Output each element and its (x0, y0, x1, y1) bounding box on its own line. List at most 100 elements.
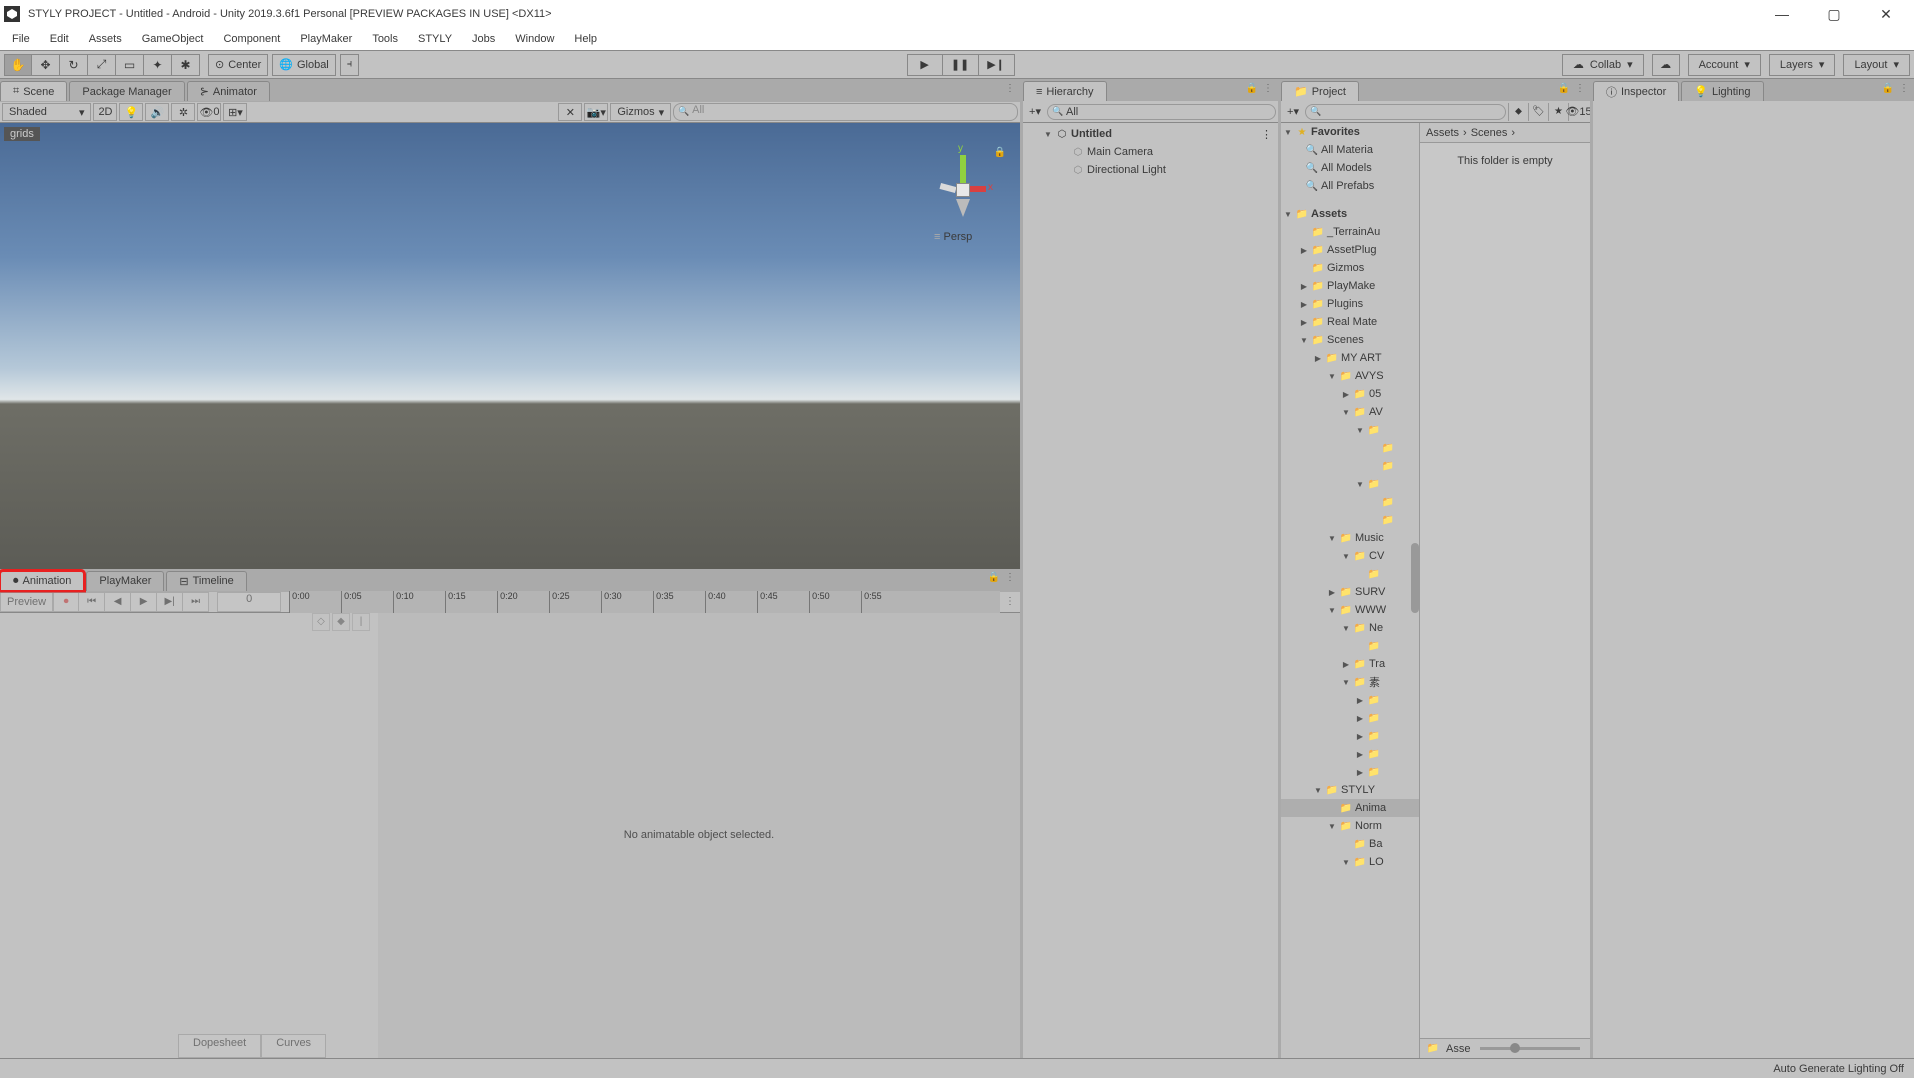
project-folder-item[interactable]: 📁 (1281, 565, 1419, 583)
fold-icon[interactable]: ▼ (1283, 210, 1293, 219)
menu-help[interactable]: Help (570, 31, 601, 47)
lock-icon[interactable]: 🔒 (994, 147, 1006, 158)
first-frame-button[interactable]: ⏮ (79, 592, 105, 612)
hidden-packages-button[interactable]: 👁15 (1568, 103, 1588, 121)
fold-icon[interactable]: ▼ (1327, 372, 1337, 381)
hierarchy-search-input[interactable]: All (1047, 104, 1276, 120)
dock-menu-icon[interactable]: ⋮ (1262, 81, 1274, 95)
project-folder-item[interactable]: 📁 (1281, 511, 1419, 529)
axis-z[interactable] (939, 183, 956, 193)
grid-toggle-button[interactable]: ⊞▾ (223, 103, 247, 121)
asset-grid[interactable]: This folder is empty (1420, 143, 1590, 1038)
window-maximize-button[interactable]: ▢ (1818, 3, 1850, 25)
project-folder-item[interactable]: ▶📁 (1281, 727, 1419, 745)
fold-icon[interactable]: ▼ (1283, 128, 1293, 137)
fold-icon[interactable]: ▼ (1313, 786, 1323, 795)
camera-settings-button[interactable]: ✕ (558, 103, 582, 121)
rotate-tool-button[interactable]: ↻ (60, 54, 88, 76)
scene-search-input[interactable]: All (673, 103, 1018, 121)
next-frame-button[interactable]: ▶| (157, 592, 183, 612)
cloud-services-button[interactable]: ☁ (1652, 54, 1680, 76)
project-folder-item[interactable]: ▶📁Real Mate (1281, 313, 1419, 331)
transform-tool-button[interactable]: ✦ (144, 54, 172, 76)
project-folder-item[interactable]: 📁Anima (1281, 799, 1419, 817)
project-folder-item[interactable]: ▶📁 (1281, 691, 1419, 709)
menu-window[interactable]: Window (511, 31, 558, 47)
project-folder-item[interactable]: ▼📁Norm (1281, 817, 1419, 835)
step-button[interactable]: ▶❙ (979, 54, 1015, 76)
search-by-type-button[interactable]: ⬥ (1508, 103, 1528, 121)
project-folder-item[interactable]: ▼📁CV (1281, 547, 1419, 565)
favorites-header[interactable]: ▼ ★ Favorites (1281, 123, 1419, 141)
timeline-menu-icon[interactable]: ⋮ (1004, 595, 1016, 609)
project-search-input[interactable] (1305, 104, 1506, 120)
favorite-search-item[interactable]: 🔍 All Models (1281, 159, 1419, 177)
project-folder-item[interactable]: ▼📁AVYS (1281, 367, 1419, 385)
project-folder-item[interactable]: ▼📁Ne (1281, 619, 1419, 637)
lock-icon[interactable]: 🔒 (1558, 81, 1570, 95)
thumbnail-size-slider[interactable] (1480, 1047, 1580, 1050)
scale-tool-button[interactable]: ⤢ (88, 54, 116, 76)
snap-toggle[interactable]: ⫞ (340, 54, 360, 76)
menu-styly[interactable]: STYLY (414, 31, 456, 47)
frame-number-input[interactable]: 0 (217, 592, 281, 612)
favorite-search-item[interactable]: 🔍 All Prefabs (1281, 177, 1419, 195)
breadcrumb-item[interactable]: Assets (1426, 127, 1459, 139)
tab-animator[interactable]: ⊱ Animator (187, 81, 270, 101)
fold-icon[interactable]: ▶ (1355, 714, 1365, 723)
last-frame-button[interactable]: ⏭ (183, 592, 209, 612)
scene-viewport[interactable]: grids 🔒 ≡ Persp (0, 123, 1020, 569)
menu-playmaker[interactable]: PlayMaker (296, 31, 356, 47)
project-folder-item[interactable]: ▶📁 (1281, 745, 1419, 763)
fold-icon[interactable]: ▼ (1341, 552, 1351, 561)
fold-icon[interactable]: ▶ (1341, 390, 1351, 399)
project-folder-item[interactable]: ▶📁 (1281, 763, 1419, 781)
fold-icon[interactable]: ▼ (1341, 408, 1351, 417)
shading-mode-dropdown[interactable]: Shaded ▾ (2, 103, 91, 121)
menu-component[interactable]: Component (219, 31, 284, 47)
preview-toggle-button[interactable]: Preview (0, 592, 53, 612)
gizmo-center[interactable] (956, 183, 970, 197)
fold-icon[interactable]: ▶ (1355, 696, 1365, 705)
fold-icon[interactable]: ▼ (1327, 822, 1337, 831)
menu-gameobject[interactable]: GameObject (138, 31, 208, 47)
window-minimize-button[interactable]: — (1766, 3, 1798, 25)
axis-y-neg[interactable] (956, 199, 970, 217)
account-button[interactable]: Account ▾ (1688, 54, 1761, 76)
project-folder-item[interactable]: 📁 (1281, 493, 1419, 511)
tab-scene[interactable]: ⌗ Scene (0, 81, 67, 101)
collab-button[interactable]: ☁ Collab ▾ (1562, 54, 1644, 76)
tab-animation[interactable]: ⏺ Animation (0, 571, 84, 591)
project-folder-item[interactable]: 📁_TerrainAu (1281, 223, 1419, 241)
scene-menu-icon[interactable]: ⋮ (1261, 128, 1272, 141)
breadcrumb-item[interactable]: Scenes (1471, 127, 1508, 139)
scene-root-item[interactable]: ▼ ⬡ Untitled ⋮ (1023, 125, 1278, 143)
project-folder-item[interactable]: 📁 (1281, 457, 1419, 475)
fold-icon[interactable]: ▶ (1355, 750, 1365, 759)
slider-thumb[interactable] (1510, 1043, 1520, 1053)
fold-icon[interactable]: ▼ (1341, 624, 1351, 633)
fold-icon[interactable]: ▶ (1327, 588, 1337, 597)
gizmos-dropdown[interactable]: Gizmos ▾ (610, 103, 671, 121)
project-folder-item[interactable]: ▶📁PlayMake (1281, 277, 1419, 295)
project-folder-item[interactable]: ▼📁素 (1281, 673, 1419, 691)
project-folder-item[interactable]: ▶📁05 (1281, 385, 1419, 403)
dock-menu-icon[interactable]: ⋮ (1004, 81, 1016, 95)
fold-icon[interactable]: ▼ (1355, 480, 1365, 489)
project-folder-item[interactable]: ▶📁Plugins (1281, 295, 1419, 313)
project-folder-item[interactable]: ▶📁MY ART (1281, 349, 1419, 367)
tab-hierarchy[interactable]: ≡ Hierarchy (1023, 81, 1107, 101)
lighting-toggle-button[interactable]: 💡 (119, 103, 143, 121)
project-folder-item[interactable]: ▼📁 (1281, 475, 1419, 493)
axis-y[interactable] (960, 155, 966, 183)
tab-project[interactable]: 📁 Project (1281, 81, 1359, 101)
window-close-button[interactable]: ✕ (1870, 3, 1902, 25)
lock-icon[interactable]: 🔒 (988, 571, 1000, 585)
add-keyframe-button[interactable]: ◇ (312, 613, 330, 631)
fold-icon[interactable]: ▼ (1327, 534, 1337, 543)
favorite-search-item[interactable]: 🔍 All Materia (1281, 141, 1419, 159)
project-folder-item[interactable]: ▼📁STYLY (1281, 781, 1419, 799)
hierarchy-item-camera[interactable]: ⬡ Main Camera (1023, 143, 1278, 161)
animation-track-area[interactable]: No animatable object selected. (378, 613, 1020, 1059)
dock-menu-icon[interactable]: ⋮ (1898, 81, 1910, 95)
